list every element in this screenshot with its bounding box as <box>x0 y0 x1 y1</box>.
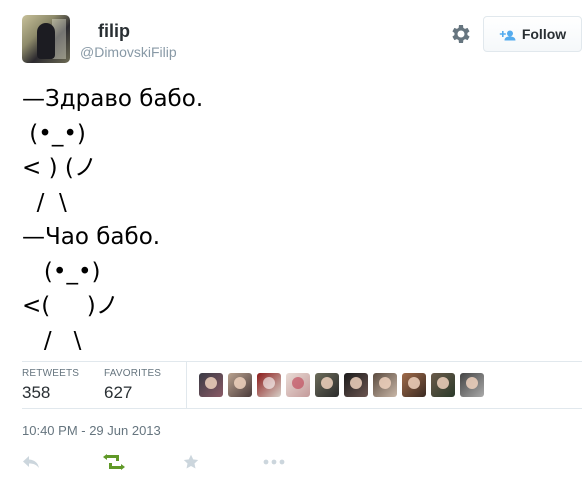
favorite-star-icon[interactable] <box>183 452 199 472</box>
favoriter-avatar[interactable] <box>460 373 484 397</box>
favoriter-avatar[interactable] <box>199 373 223 397</box>
retweets-count: 358 <box>22 383 51 402</box>
favoriters-avatars <box>199 373 484 397</box>
follow-button[interactable]: Follow <box>483 16 582 52</box>
favoriter-avatar[interactable] <box>315 373 339 397</box>
user-fullname[interactable]: filip <box>98 21 130 42</box>
favorites-label: FAVORITES <box>104 368 162 379</box>
favoriter-avatar[interactable] <box>228 373 252 397</box>
favoriter-avatar[interactable] <box>373 373 397 397</box>
favorites-count: 627 <box>104 383 133 402</box>
tweet-text: —Здраво бабо. (•_•) < ) (ノ / \ —Чао бабо… <box>22 86 204 354</box>
favorites-stat[interactable]: FAVORITES 627 <box>104 368 161 403</box>
retweet-icon[interactable] <box>103 452 125 472</box>
user-handle[interactable]: @DimovskiFilip <box>80 44 177 60</box>
favoriter-avatar[interactable] <box>431 373 455 397</box>
avatar-figure <box>37 23 55 59</box>
stats-top-divider <box>22 361 582 362</box>
follow-button-label: Follow <box>521 26 567 42</box>
user-avatar[interactable] <box>22 15 70 63</box>
tweet-timestamp[interactable]: 10:40 PM - 29 Jun 2013 <box>22 423 161 438</box>
stats-bottom-divider <box>22 408 582 409</box>
favoriter-avatar[interactable] <box>344 373 368 397</box>
add-user-icon <box>499 30 516 41</box>
more-options-icon[interactable] <box>263 452 285 472</box>
reply-icon[interactable] <box>22 452 40 472</box>
gear-icon[interactable] <box>448 22 472 46</box>
favoriter-avatar[interactable] <box>286 373 310 397</box>
retweets-label: RETWEETS <box>22 368 80 379</box>
favoriter-avatar[interactable] <box>257 373 281 397</box>
stats-separator <box>186 362 187 408</box>
favoriter-avatar[interactable] <box>402 373 426 397</box>
retweets-stat[interactable]: RETWEETS 358 <box>22 368 79 403</box>
